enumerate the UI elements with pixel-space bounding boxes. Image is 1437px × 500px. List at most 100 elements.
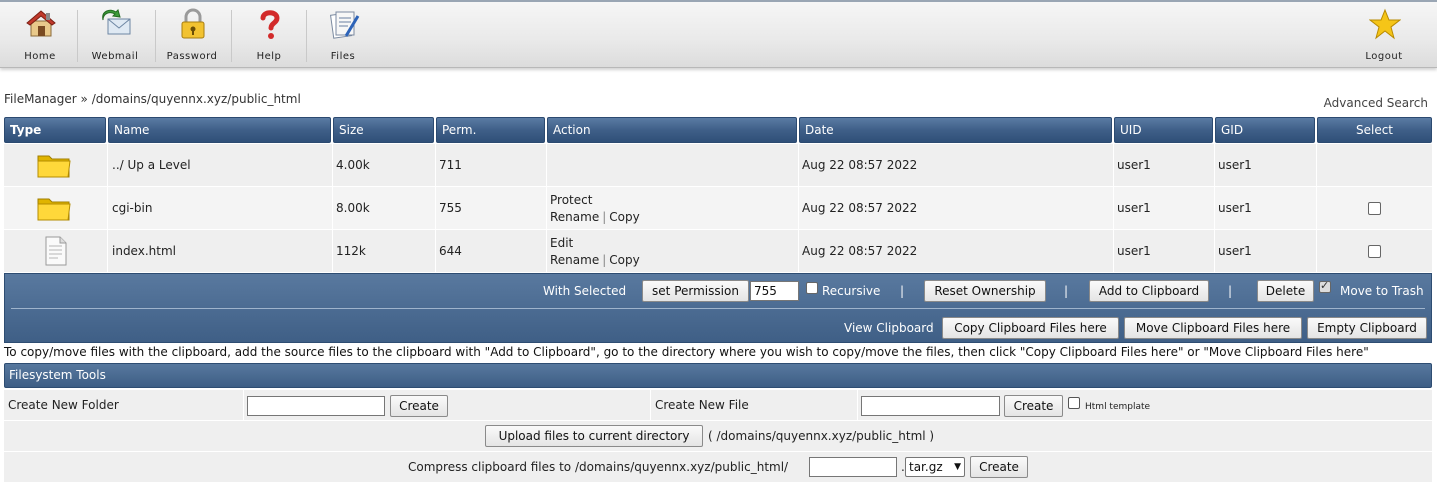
action-separator: | (602, 210, 607, 224)
copy-link[interactable]: Copy (609, 253, 639, 267)
toolbar-files[interactable]: Files (306, 2, 380, 68)
set-permission-button[interactable]: set Permission (642, 280, 749, 302)
rename-link[interactable]: Rename (550, 253, 599, 267)
col-header-name[interactable]: Name (108, 117, 331, 143)
add-to-clipboard-button[interactable]: Add to Clipboard (1089, 280, 1209, 302)
breadcrumb-path[interactable]: /domains/quyennx.xyz/public_html (92, 92, 301, 106)
column-divider (798, 144, 799, 272)
table-row[interactable]: index.html 112k 644 Edit Rename | Copy Aug… (4, 230, 1432, 272)
copy-clipboard-here-button[interactable]: Copy Clipboard Files here (942, 317, 1119, 339)
move-to-trash-label: Move to Trash (1340, 284, 1424, 298)
files-icon (329, 11, 360, 39)
file-size: 8.00k (336, 201, 370, 215)
create-file-label: Create New File (655, 398, 749, 412)
toolbar-home[interactable]: Home (3, 2, 77, 68)
col-header-uid[interactable]: UID (1114, 117, 1213, 143)
action-bar-divider (11, 308, 1425, 309)
column-divider (1316, 144, 1317, 272)
file-gid: user1 (1218, 158, 1252, 172)
col-header-perm[interactable]: Perm. (436, 117, 545, 143)
col-header-gid[interactable]: GID (1215, 117, 1315, 143)
folder-icon (37, 155, 71, 178)
compress-filename-input[interactable] (809, 457, 897, 477)
file-size: 4.00k (336, 158, 370, 172)
with-selected-label: With Selected (543, 284, 627, 298)
breadcrumb: FileManager » /domains/quyennx.xyz/publi… (4, 92, 301, 106)
breadcrumb-root[interactable]: FileManager (4, 92, 77, 106)
create-folder-button[interactable]: Create (390, 395, 448, 417)
new-file-input[interactable] (861, 396, 1000, 416)
recursive-checkbox[interactable] (806, 282, 818, 294)
advanced-search-link[interactable]: Advanced Search (1324, 96, 1428, 110)
copy-link[interactable]: Copy (609, 210, 639, 224)
col-header-size[interactable]: Size (333, 117, 434, 143)
reset-ownership-button[interactable]: Reset Ownership (924, 280, 1046, 302)
upload-button[interactable]: Upload files to current directory (485, 425, 703, 447)
pipe-separator: | (900, 284, 905, 298)
html-template-checkbox[interactable] (1068, 397, 1080, 409)
help-icon (260, 10, 280, 39)
protect-link[interactable]: Protect (550, 192, 640, 209)
cell-divider (650, 390, 651, 420)
html-template-label: Html template (1085, 402, 1151, 412)
empty-clipboard-button[interactable]: Empty Clipboard (1307, 317, 1427, 339)
file-perm[interactable]: 711 (439, 144, 462, 186)
table-row[interactable]: cgi-bin 8.00k 755 Protect Rename | Copy Au… (4, 187, 1432, 229)
view-clipboard-link[interactable]: View Clipboard (844, 321, 934, 335)
file-size: 112k (336, 244, 366, 258)
compress-label: Compress clipboard files to /domains/quy… (408, 460, 789, 474)
toolbar-help[interactable]: Help (232, 2, 306, 68)
file-gid: user1 (1218, 201, 1252, 215)
move-clipboard-here-button[interactable]: Move Clipboard Files here (1124, 317, 1302, 339)
breadcrumb-separator: » (80, 92, 88, 106)
chevron-down-icon: ▼ (954, 462, 961, 472)
bulk-action-bar: With Selected set Permission Recursive |… (4, 273, 1432, 343)
filesystem-tools-header: Filesystem Tools (4, 363, 1432, 388)
file-name-link[interactable]: index.html (112, 230, 176, 272)
home-icon (26, 10, 56, 37)
new-folder-input[interactable] (247, 396, 385, 416)
table-row[interactable]: ../ Up a Level 4.00k 711 Aug 22 08:57 20… (4, 144, 1432, 186)
toolbar-password[interactable]: Password (155, 2, 229, 68)
compress-row: Compress clipboard files to /domains/quy… (4, 452, 1432, 482)
select-checkbox[interactable] (1368, 245, 1381, 258)
file-name-link[interactable]: cgi-bin (112, 187, 152, 229)
action-separator: | (602, 253, 607, 267)
file-uid: user1 (1117, 158, 1151, 172)
file-actions: Protect Rename | Copy (550, 187, 640, 229)
toolbar-webmail[interactable]: Webmail (78, 2, 152, 68)
file-icon (45, 236, 67, 266)
file-uid: user1 (1117, 201, 1151, 215)
file-perm[interactable]: 644 (439, 230, 462, 272)
file-gid: user1 (1218, 244, 1252, 258)
delete-button[interactable]: Delete (1257, 280, 1314, 302)
file-uid: user1 (1117, 244, 1151, 258)
col-header-select[interactable]: Select (1317, 117, 1432, 143)
upload-row: Upload files to current directory ( /dom… (4, 421, 1432, 451)
file-perm[interactable]: 755 (439, 187, 462, 229)
create-folder-label: Create New Folder (8, 398, 119, 412)
compress-format-select[interactable]: tar.gz ▼ (905, 457, 965, 477)
toolbar-webmail-label: Webmail (91, 51, 139, 62)
edit-link[interactable]: Edit (550, 235, 640, 252)
create-file-button[interactable]: Create (1004, 395, 1063, 417)
select-checkbox[interactable] (1368, 202, 1381, 215)
column-divider (546, 144, 547, 272)
file-name-link[interactable]: ../ Up a Level (112, 144, 191, 186)
toolbar-logout[interactable]: Logout (1347, 2, 1421, 68)
col-header-date[interactable]: Date (799, 117, 1112, 143)
cell-divider (857, 390, 858, 420)
col-header-type[interactable]: Type (4, 117, 106, 143)
lock-icon (181, 8, 205, 39)
recursive-label: Recursive (822, 284, 881, 298)
compress-format-value: tar.gz (909, 460, 943, 474)
compress-create-button[interactable]: Create (970, 456, 1028, 478)
pipe-separator: | (1064, 284, 1069, 298)
upload-path: ( /domains/quyennx.xyz/public_html ) (708, 429, 935, 443)
move-to-trash-checkbox[interactable] (1319, 279, 1331, 293)
permission-input[interactable] (750, 281, 799, 301)
col-header-action: Action (547, 117, 797, 143)
rename-link[interactable]: Rename (550, 210, 599, 224)
toolbar-password-label: Password (166, 51, 218, 62)
column-divider (332, 144, 333, 272)
